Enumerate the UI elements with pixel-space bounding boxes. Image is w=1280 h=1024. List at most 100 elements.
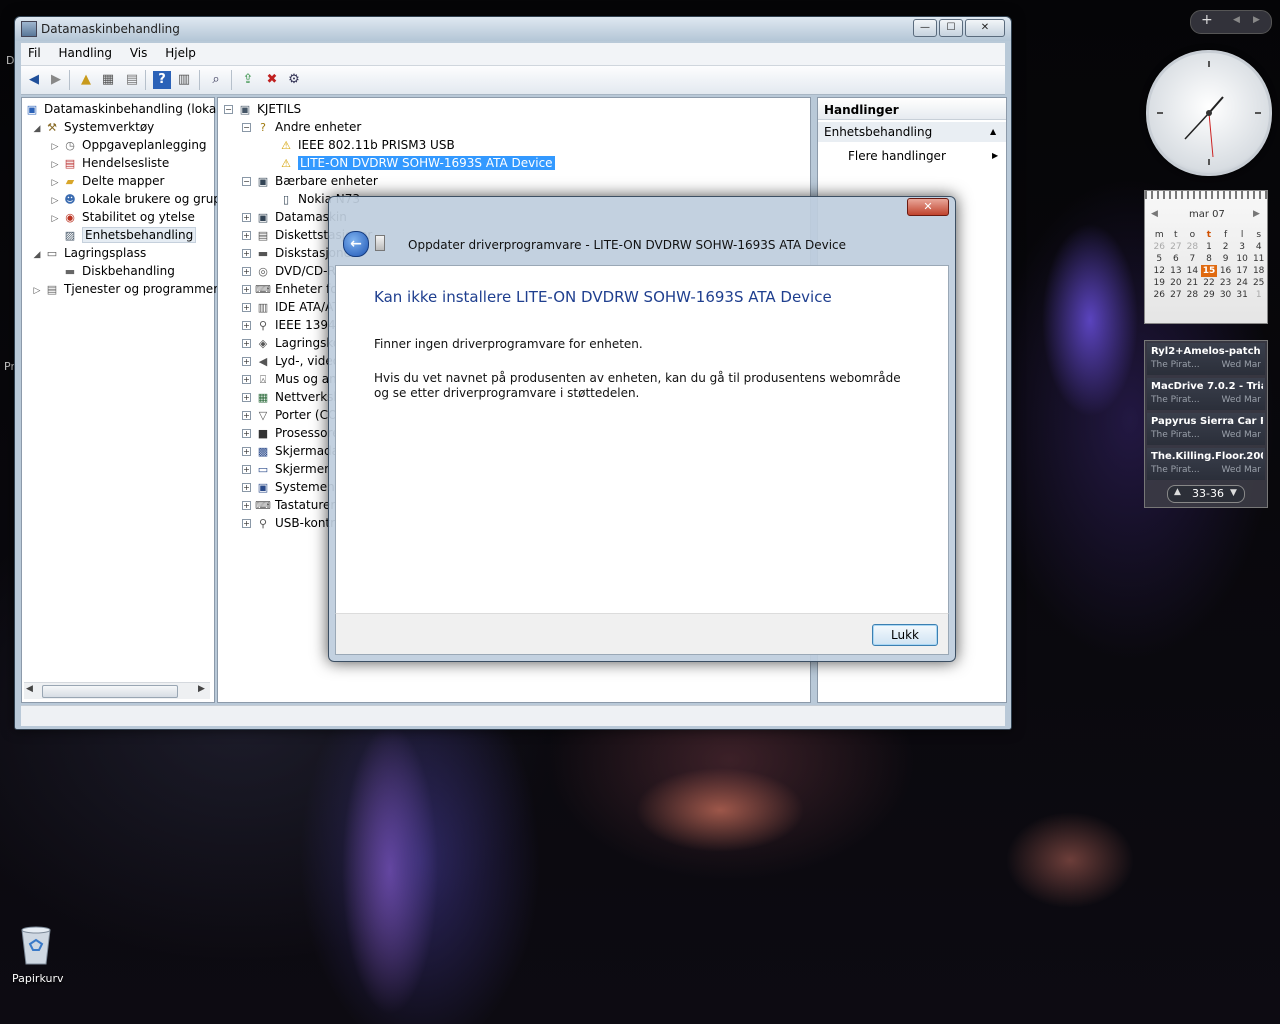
expand-icon[interactable]: + [242,375,251,384]
expander-icon[interactable]: ◢ [32,120,42,138]
expand-icon[interactable]: + [242,519,251,528]
minimize-button[interactable]: — [913,19,937,37]
expand-icon[interactable]: + [242,285,251,294]
calendar-day[interactable]: 25 [1250,277,1267,289]
calendar-day[interactable]: 18 [1250,265,1267,277]
calendar-day[interactable]: 17 [1234,265,1251,277]
device-node-root[interactable]: − ▣ KJETILS [224,100,301,118]
expand-icon[interactable]: + [242,267,251,276]
tree-item-services[interactable]: ▷ ▤ Tjenester og programmer [32,280,219,298]
clock-gadget[interactable] [1146,50,1272,176]
calendar-day[interactable]: 1 [1250,289,1267,301]
expand-icon[interactable]: + [242,213,251,222]
calendar-day[interactable]: 27 [1168,289,1185,301]
calendar-day[interactable]: 19 [1151,277,1168,289]
calendar-day[interactable]: 24 [1234,277,1251,289]
horizontal-scrollbar[interactable]: ◀ ▶ [24,682,210,699]
collapse-icon[interactable]: − [224,105,233,114]
calendar-day[interactable]: 4 [1250,241,1267,253]
calendar-day[interactable]: 22 [1201,277,1218,289]
calendar-day[interactable]: 28 [1184,241,1201,253]
prev-month-icon[interactable]: ◀ [1151,209,1158,219]
dialog-close-button[interactable]: ✕ [907,198,949,216]
calendar-day[interactable]: 26 [1151,289,1168,301]
calendar-gadget[interactable]: ◀ mar 07 ▶ m t o t f l s 26 27 28 1 2 3 … [1144,190,1268,324]
device-item-selected[interactable]: ⚠ LITE-ON DVDRW SOHW-1693S ATA Device [278,154,555,172]
maximize-button[interactable]: ☐ [939,19,963,37]
device-item[interactable]: ⚠ IEEE 802.11b PRISM3 USB [278,136,455,154]
menu-file[interactable]: Fil [21,43,48,63]
calendar-day[interactable]: 31 [1234,289,1251,301]
back-arrow-icon[interactable]: ← [343,231,369,257]
expand-icon[interactable]: + [242,321,251,330]
menu-help[interactable]: Hjelp [158,43,203,63]
device-category[interactable]: + ▭ Skjermer [242,460,329,478]
calendar-day[interactable]: 23 [1217,277,1234,289]
menu-action[interactable]: Handling [52,43,120,63]
tree-item-computer-management[interactable]: ▣ Datamaskinbehandling (lokal) [24,100,224,118]
expand-icon[interactable]: + [242,393,251,402]
update-driver-icon[interactable]: ⇪ [239,71,257,89]
calendar-day[interactable]: 5 [1151,253,1168,265]
close-button[interactable]: ✕ [965,19,1005,37]
calendar-day[interactable]: 12 [1151,265,1168,277]
expander-icon[interactable]: ◢ [32,246,42,264]
tree-item-reliability[interactable]: ▷ ◉ Stabilitet og ytelse [50,208,195,226]
calendar-day[interactable]: 16 [1217,265,1234,277]
calendar-day[interactable]: 27 [1168,241,1185,253]
collapse-icon[interactable]: − [242,177,251,186]
collapse-arrow-icon[interactable]: ▲ [990,122,996,142]
calendar-day[interactable]: 26 [1151,241,1168,253]
calendar-day[interactable]: 14 [1184,265,1201,277]
expand-icon[interactable]: + [242,339,251,348]
show-hide-tree-icon[interactable]: ▦ [99,71,117,89]
tree-item-task-scheduler[interactable]: ▷ ◷ Oppgaveplanlegging [50,136,207,154]
next-month-icon[interactable]: ▶ [1253,209,1260,219]
help-icon[interactable]: ? [153,71,171,89]
more-actions-item[interactable]: Flere handlinger ▶ [818,146,1006,166]
tree-item-shared-folders[interactable]: ▷ ▰ Delte mapper [50,172,165,190]
prev-page-icon[interactable]: ◀ [1233,15,1240,25]
calendar-day[interactable]: 8 [1201,253,1218,265]
device-category[interactable]: + ⚲ IEEE 1394 [242,316,336,334]
scrollbar-thumb[interactable] [42,685,178,698]
calendar-day[interactable]: 6 [1168,253,1185,265]
calendar-today[interactable]: 15 [1200,265,1218,277]
calendar-day[interactable]: 30 [1217,289,1234,301]
calendar-day[interactable]: 28 [1184,289,1201,301]
calendar-day[interactable]: 11 [1250,253,1267,265]
feed-next-icon[interactable]: ▼ [1230,488,1237,498]
calendar-day[interactable]: 10 [1234,253,1251,265]
expand-icon[interactable]: + [242,249,251,258]
calendar-day[interactable]: 21 [1184,277,1201,289]
tree-item-event-viewer[interactable]: ▷ ▤ Hendelsesliste [50,154,170,172]
scroll-right-icon[interactable]: ▶ [198,684,205,694]
actions-section-device-manager[interactable]: Enhetsbehandling ▲ [818,122,1006,142]
recycle-bin-icon[interactable] [16,922,56,966]
device-category-other[interactable]: −? Andre enheter [242,118,361,136]
calendar-day[interactable]: 20 [1168,277,1185,289]
feed-item[interactable]: MacDrive 7.0.2 - Tria... The Pirat... We… [1147,378,1265,410]
calendar-day[interactable]: 9 [1217,253,1234,265]
expand-icon[interactable]: + [242,231,251,240]
calendar-day[interactable]: 1 [1201,241,1218,253]
device-category-portable[interactable]: − ▣ Bærbare enheter [242,172,378,190]
expand-icon[interactable]: + [242,429,251,438]
expand-icon[interactable]: + [242,357,251,366]
calendar-day[interactable]: 29 [1201,289,1218,301]
back-arrow-icon[interactable]: ◀ [25,71,43,89]
menu-view[interactable]: Vis [123,43,155,63]
calendar-day[interactable]: 13 [1168,265,1185,277]
forward-arrow-icon[interactable]: ▶ [47,71,65,89]
expand-icon[interactable]: + [242,483,251,492]
tree-item-disk-management[interactable]: ▬ Diskbehandling [50,262,175,280]
tree-item-device-manager[interactable]: ▨ Enhetsbehandling [50,226,197,244]
tree-item-local-users[interactable]: ▷ ☻ Lokale brukere og grupp [50,190,229,208]
tree-item-storage[interactable]: ◢ ▭ Lagringsplass [32,244,147,264]
expand-icon[interactable]: + [242,465,251,474]
expand-icon[interactable]: + [242,303,251,312]
expand-icon[interactable]: + [242,411,251,420]
scan-hardware-icon[interactable]: ⌕ [207,71,225,89]
title-bar[interactable]: Datamaskinbehandling — ☐ ✕ [15,17,1011,41]
device-category[interactable]: + ⌨ Tastaturer [242,496,335,514]
